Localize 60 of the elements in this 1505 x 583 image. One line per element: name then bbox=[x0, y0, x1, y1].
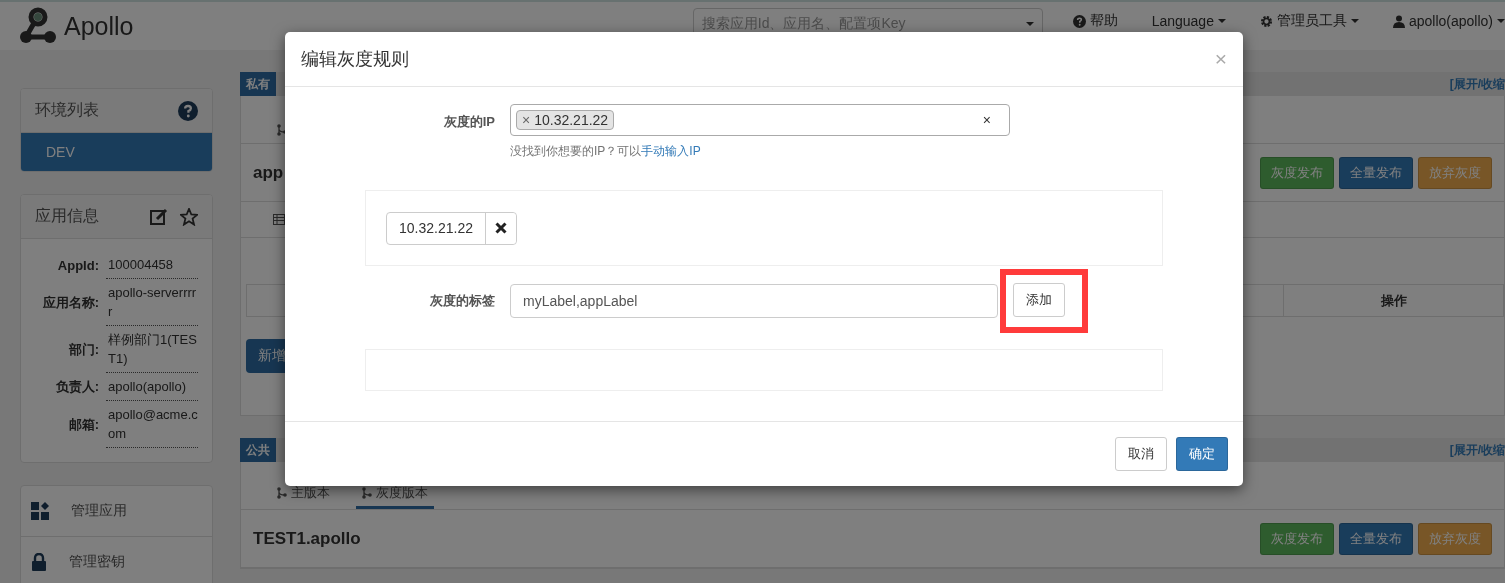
field-label: 应用名称: bbox=[41, 293, 99, 312]
ip-chip[interactable]: × 10.32.21.22 bbox=[516, 110, 615, 130]
field-value: apollo-serverrrrr bbox=[106, 279, 198, 326]
column-header: 操作 bbox=[1283, 285, 1503, 316]
field-value: 样例部门1(TEST1) bbox=[106, 326, 198, 373]
release-button[interactable]: 全量发布 bbox=[1339, 156, 1413, 189]
namespace-badge: 私有 bbox=[240, 71, 276, 97]
label-input-field[interactable]: myLabel,appLabel bbox=[510, 284, 998, 318]
field-value: 100004458 bbox=[106, 251, 198, 279]
field-label: 灰度的IP bbox=[442, 113, 496, 131]
expand-collapse-link[interactable]: [展开/收缩 bbox=[1449, 75, 1505, 93]
caret-icon bbox=[1025, 22, 1034, 26]
version-tab[interactable]: 主版本 bbox=[271, 484, 336, 509]
ip-select-field[interactable]: × 10.32.21.22 × bbox=[510, 104, 1010, 136]
lock-icon bbox=[31, 553, 47, 571]
remove-ip-button[interactable] bbox=[484, 212, 516, 244]
env-item[interactable]: DEV bbox=[21, 133, 212, 171]
gear-icon bbox=[1259, 14, 1273, 28]
nav-menu-item[interactable]: 管理员工具 bbox=[1259, 12, 1359, 30]
field-label: 邮箱: bbox=[67, 415, 99, 434]
release-button[interactable]: 灰度发布 bbox=[1260, 522, 1334, 555]
edit-icon[interactable] bbox=[150, 207, 168, 226]
logo-icon bbox=[18, 7, 58, 45]
modal-title: 编辑灰度规则 bbox=[301, 48, 409, 71]
add-button[interactable]: 添加 bbox=[1013, 283, 1065, 317]
panel-title: 环境列表 bbox=[35, 100, 99, 120]
release-button[interactable]: 灰度发布 bbox=[1260, 156, 1334, 189]
help-icon bbox=[1072, 14, 1086, 28]
field-value: apollo(apollo) bbox=[106, 373, 198, 401]
sidebar-menu-item[interactable]: 管理密钥 bbox=[21, 537, 212, 583]
dialog-button[interactable]: 取消 bbox=[1115, 437, 1167, 471]
user-icon bbox=[1392, 14, 1405, 28]
branch-icon bbox=[362, 487, 372, 499]
namespace-title: TEST1.apollo bbox=[253, 528, 361, 549]
help-text: 没找到你想要的IP？可以手动输入IP bbox=[510, 143, 702, 160]
field-value: apollo@acme.com bbox=[106, 401, 198, 448]
dialog-button[interactable]: 确定 bbox=[1176, 437, 1228, 471]
panel-title: 应用信息 bbox=[35, 206, 99, 226]
field-label: 负责人: bbox=[54, 378, 99, 396]
sidebar-menu-item[interactable]: 管理应用 bbox=[21, 486, 212, 537]
namespace-badge: 公共 bbox=[240, 437, 276, 463]
help-icon[interactable] bbox=[178, 100, 198, 121]
table-icon bbox=[273, 214, 285, 225]
nav-menu-item[interactable]: 帮助 bbox=[1072, 12, 1118, 30]
field-label: 灰度的标签 bbox=[429, 292, 496, 310]
nav-menu-item[interactable]: apollo(apollo) bbox=[1392, 13, 1505, 29]
field-label: AppId: bbox=[56, 257, 99, 273]
namespace-title: app bbox=[253, 162, 284, 183]
nav-menu-item[interactable]: Language bbox=[1151, 13, 1226, 29]
apps-icon bbox=[31, 502, 49, 520]
expand-collapse-link[interactable]: [展开/收缩 bbox=[1449, 441, 1505, 459]
branch-icon bbox=[277, 487, 287, 499]
close-icon bbox=[494, 222, 507, 234]
field-label: 部门: bbox=[67, 340, 99, 359]
app-logo-text: Apollo bbox=[64, 11, 134, 41]
close-button[interactable]: × bbox=[1214, 47, 1227, 71]
release-button[interactable]: 全量发布 bbox=[1339, 522, 1413, 555]
star-icon[interactable] bbox=[180, 207, 198, 226]
clear-button[interactable]: × bbox=[982, 112, 991, 128]
manual-ip-link[interactable]: 手动输入IP bbox=[641, 144, 701, 158]
